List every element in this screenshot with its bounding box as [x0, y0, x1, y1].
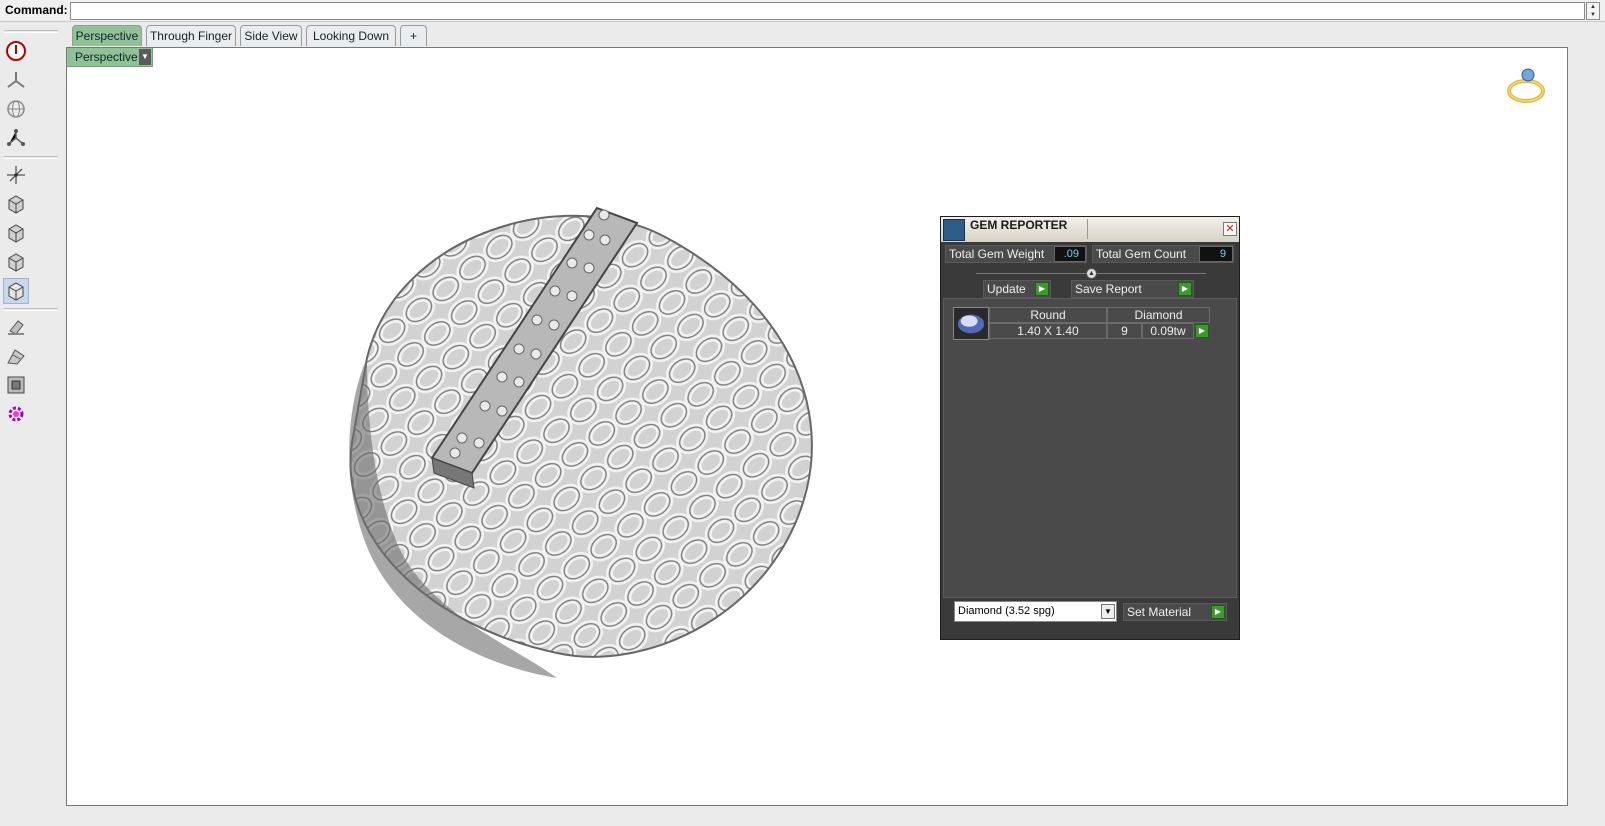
gear-icon — [8, 406, 24, 422]
save-report-go-icon[interactable]: ▶ — [1178, 282, 1192, 296]
ring-logo-icon — [1507, 68, 1545, 103]
axes-button[interactable] — [3, 162, 29, 188]
gear-button[interactable] — [3, 401, 29, 427]
set-material-go-icon[interactable]: ▶ — [1211, 605, 1225, 619]
gem-size-cell: 1.40 X 1.40 — [989, 323, 1107, 339]
toolbar-divider — [4, 308, 58, 311]
cube-view-icon — [8, 195, 24, 214]
ring-3d-model[interactable] — [267, 143, 827, 703]
cube-view-button-4[interactable] — [3, 278, 29, 304]
cube-view-button-2[interactable] — [3, 220, 29, 246]
gem-material-cell: Diamond — [1107, 307, 1210, 323]
total-gem-count-value: 9 — [1199, 246, 1233, 262]
tab-perspective[interactable]: Perspective — [72, 25, 142, 46]
cube-view-icon — [8, 253, 24, 272]
viewport-title-label: Perspective — [75, 50, 138, 64]
gem-shape-cell: Round — [989, 307, 1107, 323]
gem-list: Round Diamond 1.40 X 1.40 9 0.09tw ▶ — [943, 298, 1237, 598]
chevron-up-icon: ▲ — [1088, 270, 1095, 277]
add-tab-button[interactable]: + — [400, 25, 427, 46]
cube-view-icon — [8, 282, 24, 301]
tab-looking-down[interactable]: Looking Down — [306, 25, 396, 46]
left-toolbar — [0, 24, 62, 826]
gem-weight-cell: 0.09tw — [1142, 323, 1194, 339]
total-gem-weight-value: .09 — [1054, 246, 1086, 262]
toolbar-grip[interactable] — [4, 30, 58, 33]
material-select[interactable]: Diamond (3.52 spg) ▼ — [954, 601, 1117, 622]
save-report-button[interactable]: Save Report — [1071, 280, 1194, 298]
frame-button[interactable] — [3, 372, 29, 398]
command-input[interactable] — [70, 2, 1585, 20]
viewport-menu-dropdown[interactable]: ▼ — [139, 49, 151, 65]
tab-side-view[interactable]: Side View — [240, 25, 302, 46]
command-bar: Command: ▲ ▼ — [0, 0, 1605, 22]
power-button[interactable] — [3, 38, 29, 64]
globe-button[interactable] — [3, 96, 29, 122]
eraser-icon — [8, 320, 24, 335]
close-icon: ✕ — [1225, 223, 1235, 235]
eraser-button[interactable] — [3, 314, 29, 340]
power-icon — [6, 41, 26, 61]
chevron-down-icon: ▼ — [141, 52, 149, 61]
gem-count-cell: 9 — [1107, 323, 1142, 339]
tab-through-finger[interactable]: Through Finger — [146, 25, 236, 46]
node-icon — [7, 129, 25, 146]
triad-button[interactable] — [3, 67, 29, 93]
round-gem-icon — [957, 314, 985, 334]
update-go-icon[interactable]: ▶ — [1035, 282, 1049, 296]
set-material-label: Set Material — [1127, 605, 1192, 619]
gem-reporter-titlebar[interactable]: GEM REPORTER ✕ — [941, 217, 1239, 242]
close-button[interactable]: ✕ — [1223, 222, 1237, 236]
paint-button[interactable] — [3, 343, 29, 369]
viewport-title[interactable]: Perspective ▼ — [67, 48, 153, 67]
titlebar-divider — [1087, 219, 1088, 239]
command-label: Command: — [5, 3, 68, 17]
collapse-toggle[interactable]: ▲ — [1086, 268, 1097, 279]
globe-icon — [7, 100, 25, 118]
save-report-label: Save Report — [1075, 282, 1142, 296]
gem-reporter-panel: GEM REPORTER ✕ Total Gem Weight .09 Tota… — [940, 216, 1240, 640]
material-select-value: Diamond (3.52 spg) — [958, 605, 1055, 617]
cube-view-button-1[interactable] — [3, 191, 29, 217]
axes-icon — [7, 166, 25, 184]
gem-row-thumbnail[interactable] — [953, 307, 989, 340]
plus-icon: + — [409, 29, 417, 43]
command-scroll-arrows[interactable]: ▲ ▼ — [1586, 2, 1600, 20]
chevron-down-icon[interactable]: ▼ — [1101, 604, 1115, 619]
triad-icon — [7, 72, 25, 88]
toolbar-divider — [4, 156, 58, 159]
cube-view-button-3[interactable] — [3, 249, 29, 275]
node-button[interactable] — [3, 125, 29, 151]
gem-row-go-icon[interactable]: ▶ — [1195, 324, 1209, 338]
viewport-perspective[interactable]: Perspective ▼ GEM REPORTER ✕ Total Gem W… — [66, 47, 1568, 806]
cube-view-icon — [8, 224, 24, 243]
frame-icon — [7, 376, 25, 394]
update-label: Update — [987, 282, 1026, 296]
gem-app-icon — [943, 219, 965, 241]
gem-reporter-title: GEM REPORTER — [970, 218, 1068, 232]
paint-icon — [7, 349, 25, 365]
